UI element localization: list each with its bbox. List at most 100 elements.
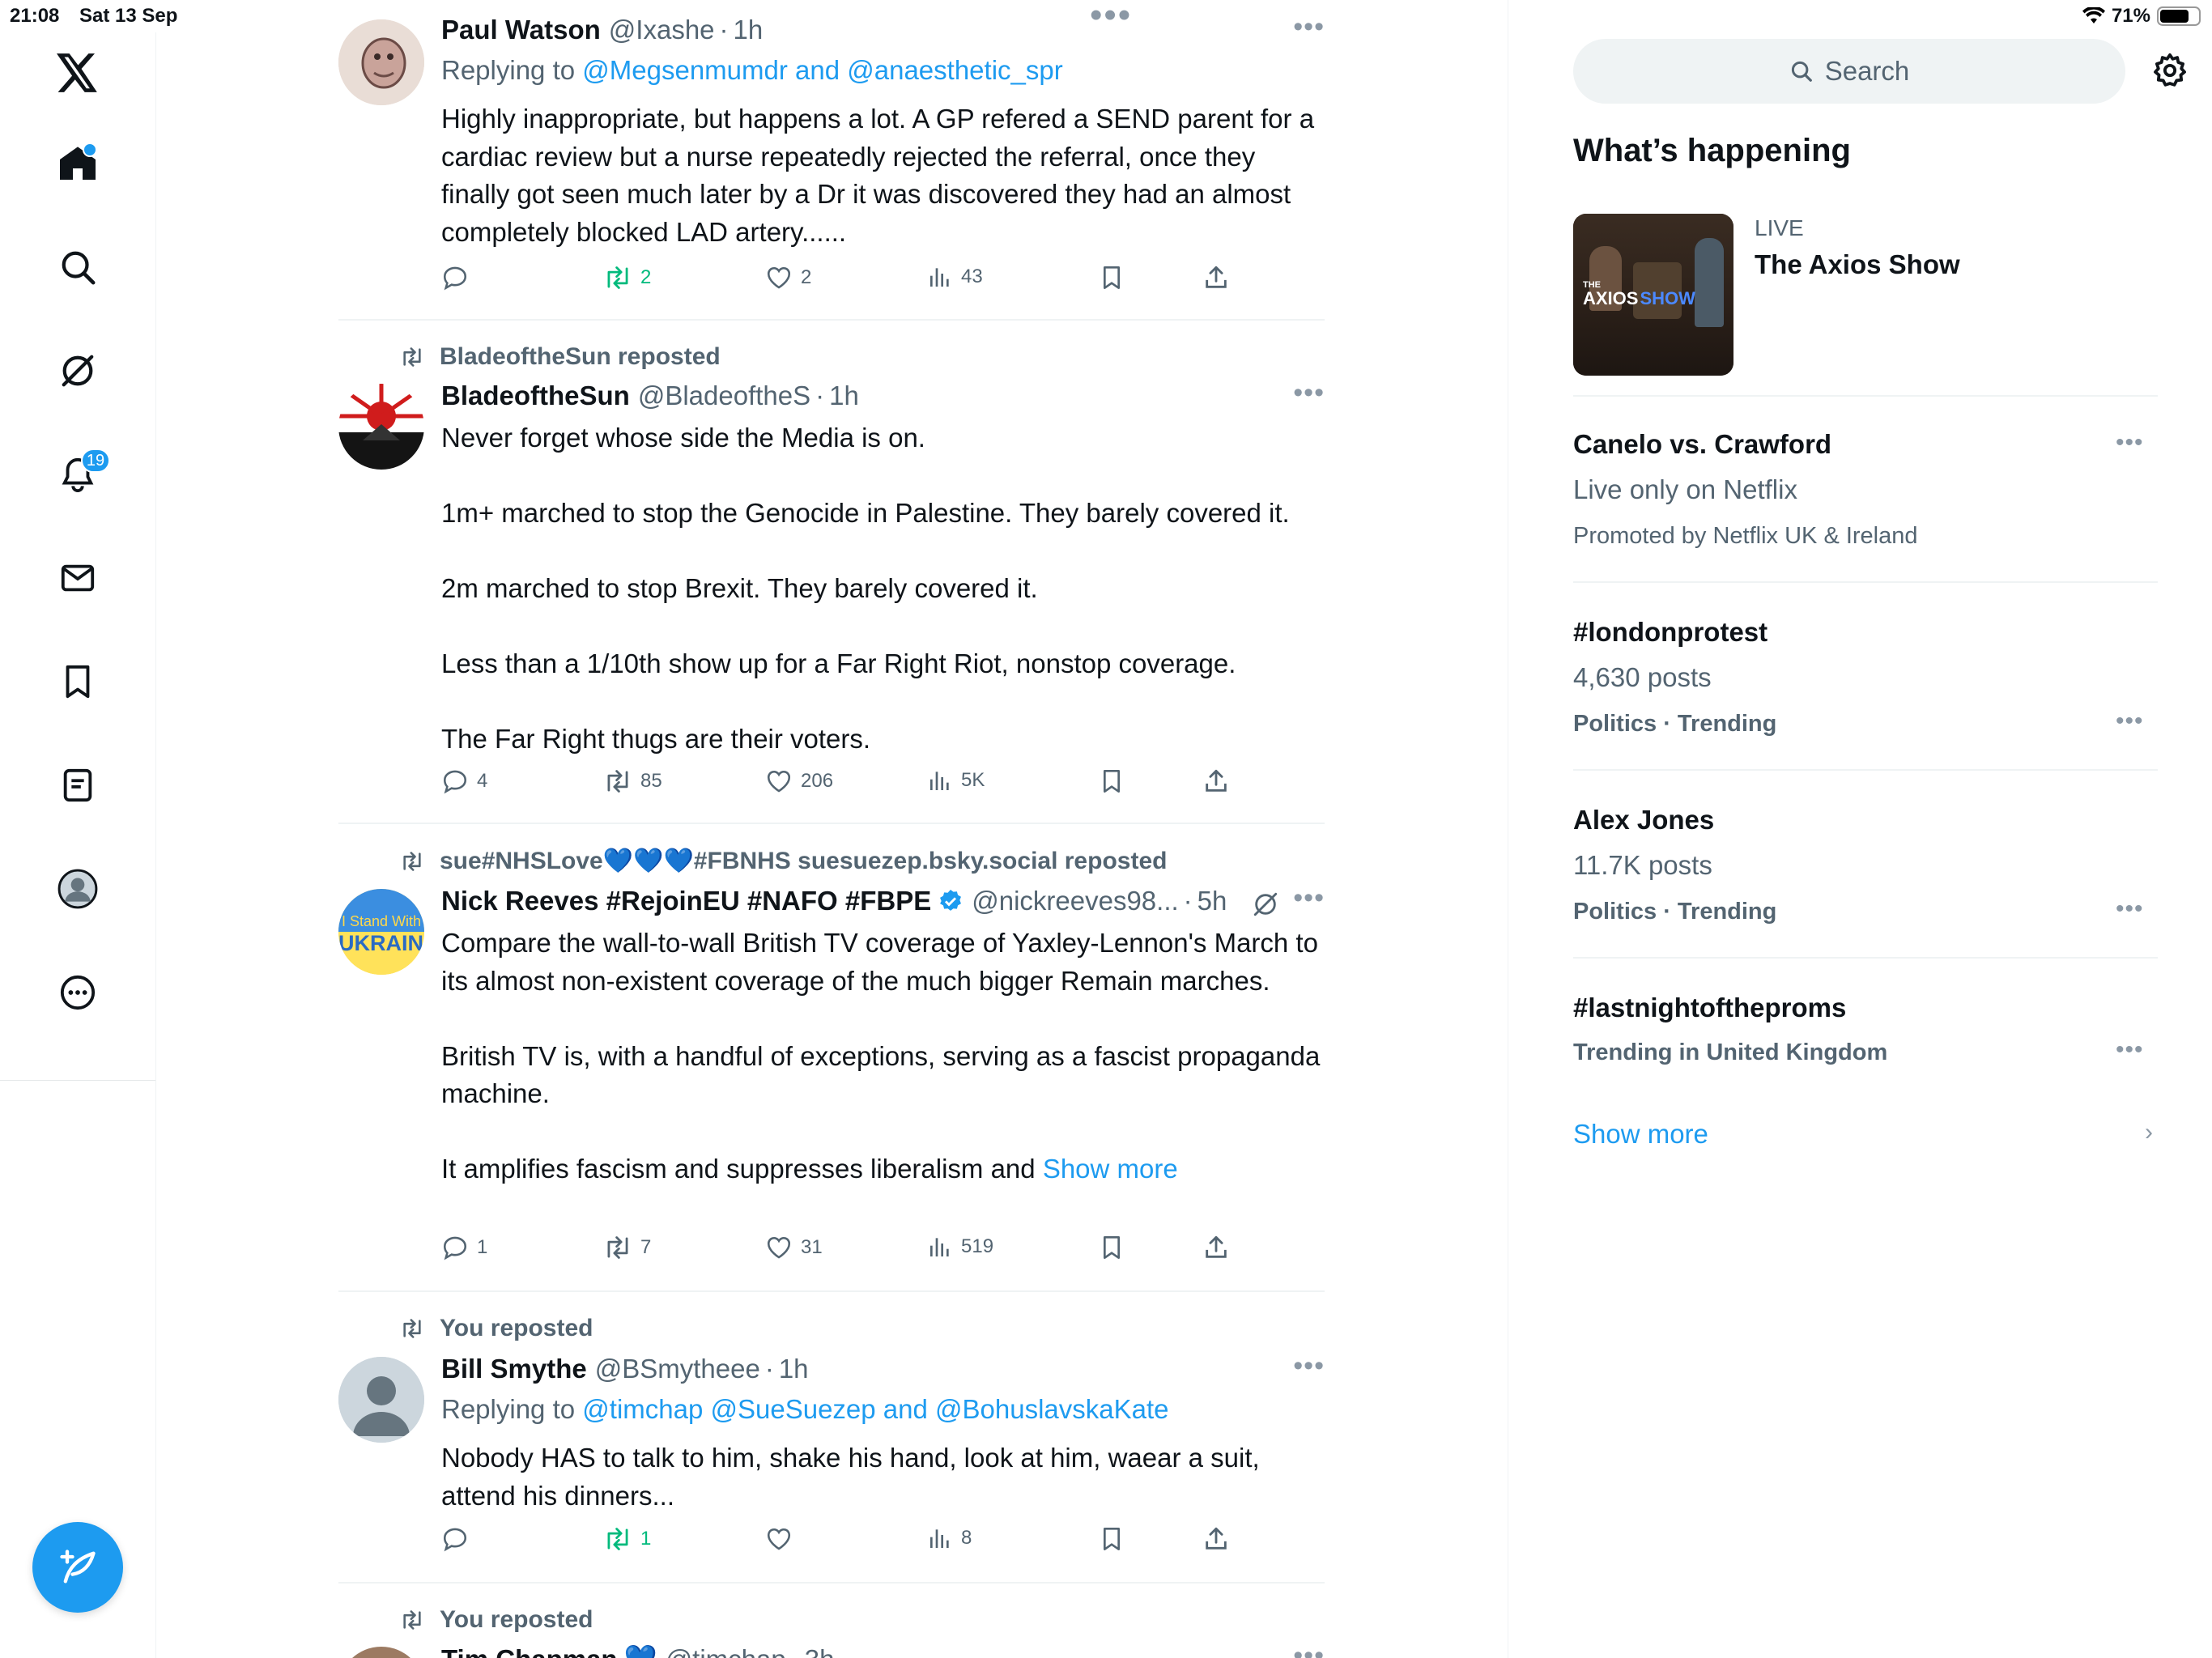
repost-button[interactable]: 2 — [603, 264, 651, 291]
tweet-time[interactable]: 5h — [1197, 886, 1227, 916]
author-name[interactable]: Bill Smythe — [441, 1354, 587, 1384]
author-handle[interactable]: @nickreeves98... — [972, 886, 1178, 916]
replying-mentions[interactable]: @Megsenmumdr and @anaesthetic_spr — [582, 55, 1062, 85]
reply-button[interactable]: 1 — [441, 1234, 487, 1261]
tweet-header: Tim Chapman 💙 @timchap · 3h — [441, 1643, 834, 1658]
nav-home[interactable] — [53, 139, 102, 188]
repost-button[interactable]: 85 — [603, 767, 662, 795]
tweet-more-icon[interactable]: ••• — [1293, 11, 1325, 43]
author-name[interactable]: BladeoftheSun — [441, 380, 630, 411]
repost-button[interactable]: 7 — [603, 1234, 651, 1261]
bookmark-button[interactable] — [1099, 1525, 1125, 1553]
like-button[interactable]: 31 — [765, 1234, 823, 1261]
avatar[interactable]: I Stand With UKRAINE — [338, 889, 424, 975]
nav-more[interactable] — [53, 968, 102, 1017]
like-button[interactable]: 206 — [765, 767, 833, 795]
tweet-text: Highly inappropriate, but happens a lot.… — [441, 100, 1324, 251]
like-button[interactable] — [765, 1525, 801, 1553]
repost-small-icon — [403, 1319, 421, 1338]
tweet-paragraph: It amplifies fascism and suppresses libe… — [441, 1150, 1324, 1188]
views-button[interactable]: 519 — [927, 1234, 993, 1260]
timeline-feed[interactable]: Paul Watson @Ixashe · 1h ••• Replying to… — [338, 0, 1325, 1658]
show-more-link[interactable]: Show more — [1043, 1154, 1178, 1184]
share-button[interactable] — [1202, 1525, 1230, 1553]
tweet-more-icon[interactable]: ••• — [1293, 377, 1325, 409]
sidebar-divider — [1573, 957, 2158, 959]
trend-more-icon[interactable]: ••• — [2116, 895, 2144, 923]
show-more-link[interactable]: Show more — [1573, 1119, 1708, 1150]
author-handle[interactable]: @Ixashe — [609, 15, 715, 45]
replying-mentions[interactable]: @timchap @SueSuezep and @BohuslavskaKate — [582, 1394, 1168, 1424]
tweet-time[interactable]: 1h — [829, 380, 859, 411]
tweet-time[interactable]: 1h — [779, 1354, 809, 1384]
tweet-more-icon[interactable]: ••• — [1293, 1350, 1325, 1382]
trend-more-icon[interactable]: ••• — [2116, 708, 2144, 735]
views-button[interactable]: 8 — [927, 1525, 972, 1551]
tweet-more-icon[interactable]: ••• — [1293, 882, 1325, 914]
nav-profile[interactable] — [53, 865, 102, 913]
search-input[interactable]: Search — [1573, 39, 2125, 104]
x-logo-icon[interactable] — [53, 49, 102, 97]
gear-icon — [2154, 53, 2186, 87]
nav-lists[interactable] — [53, 761, 102, 810]
author-name[interactable]: Nick Reeves #RejoinEU #NAFO #FBPE — [441, 886, 931, 916]
share-button[interactable] — [1202, 767, 1230, 795]
repost-by[interactable]: BladeoftheSun reposted — [440, 343, 721, 371]
avatar[interactable] — [338, 1647, 424, 1658]
nav-messages[interactable] — [53, 554, 102, 602]
share-button[interactable] — [1202, 264, 1230, 291]
bookmark-button[interactable] — [1099, 1234, 1125, 1261]
grok-icon[interactable] — [1252, 891, 1279, 918]
trend-title: Canelo vs. Crawford — [1573, 429, 1832, 459]
trend-more-icon[interactable]: ••• — [2116, 429, 2144, 457]
nav-grok[interactable] — [53, 346, 102, 395]
right-sidebar: Search What’s happening THE AXIOS SHOW LI… — [1508, 0, 2212, 1658]
avatar[interactable] — [338, 384, 424, 470]
tweet-paragraph: Highly inappropriate, but happens a lot.… — [441, 104, 1315, 247]
trend-category: Politics · Trending — [1573, 899, 1777, 925]
replying-prefix: Replying to — [441, 55, 576, 85]
repost-button[interactable]: 1 — [603, 1525, 651, 1553]
tweet-text-truncated: It amplifies fascism and suppresses libe… — [441, 1154, 1036, 1184]
nav-notifications[interactable]: 19 — [53, 449, 110, 499]
author-handle[interactable]: @BSmytheee — [595, 1354, 760, 1384]
trend-more-icon[interactable]: ••• — [2116, 1036, 2144, 1064]
avatar-text-large: UKRAINE — [338, 931, 424, 955]
repost-icon — [607, 266, 628, 289]
reply-button[interactable]: 4 — [441, 767, 487, 795]
author-name[interactable]: Paul Watson — [441, 15, 601, 45]
author-name[interactable]: Tim Chapman — [441, 1644, 618, 1658]
tweet-time[interactable]: 3h — [805, 1644, 835, 1658]
share-button[interactable] — [1202, 1234, 1230, 1261]
live-title[interactable]: The Axios Show — [1755, 249, 1960, 280]
chevron-right-icon[interactable]: › — [2145, 1119, 2153, 1146]
settings-button[interactable] — [2151, 52, 2189, 93]
views-button[interactable]: 5K — [927, 767, 985, 793]
repost-by[interactable]: sue#NHSLove💙💙💙#FBNHS suesuezep.bsky.soci… — [440, 847, 1167, 875]
reply-button[interactable] — [441, 264, 477, 291]
views-count: 519 — [961, 1235, 994, 1257]
like-button[interactable]: 2 — [765, 264, 811, 291]
tweet-more-icon[interactable]: ••• — [1293, 1640, 1325, 1658]
replying-to: Replying to @Megsenmumdr and @anaestheti… — [441, 55, 1063, 86]
side-nav: 19 — [0, 32, 156, 1658]
avatar[interactable] — [338, 19, 424, 105]
avatar-text-small: I Stand With — [341, 913, 422, 929]
profile-avatar-icon — [57, 869, 98, 909]
tweet-paragraph: Compare the wall-to-wall British TV cove… — [441, 928, 1318, 996]
author-handle[interactable]: @timchap — [666, 1644, 786, 1658]
trend-subtitle: 11.7K posts — [1573, 850, 1712, 880]
repost-by[interactable]: You reposted — [440, 1606, 593, 1634]
bookmark-button[interactable] — [1099, 264, 1125, 291]
reply-button[interactable] — [441, 1525, 477, 1553]
live-thumbnail[interactable]: THE AXIOS SHOW — [1573, 214, 1733, 376]
avatar[interactable] — [338, 1357, 424, 1443]
bookmark-button[interactable] — [1099, 767, 1125, 795]
nav-explore[interactable] — [53, 243, 102, 291]
tweet-time[interactable]: 1h — [734, 15, 764, 45]
repost-by[interactable]: You reposted — [440, 1315, 593, 1342]
author-handle[interactable]: @BladeoftheS — [638, 380, 810, 411]
nav-bookmarks[interactable] — [53, 657, 102, 706]
views-button[interactable]: 43 — [927, 264, 983, 290]
compose-button[interactable] — [32, 1522, 123, 1613]
